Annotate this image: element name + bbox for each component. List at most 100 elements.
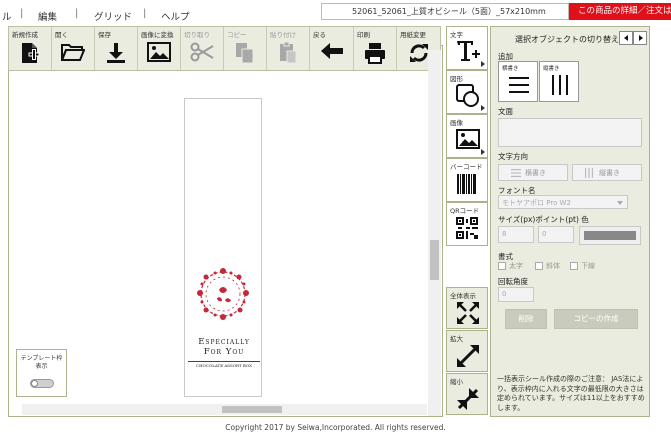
vertical-label: 縦書き xyxy=(543,66,560,72)
text-content-field[interactable] xyxy=(498,118,642,147)
menu-grid[interactable]: グリッド xyxy=(94,9,132,23)
paste-label: 貼り付け xyxy=(270,31,296,39)
template-frame-label: テンプレート枠 表示 xyxy=(17,355,66,371)
direction-vertical-button[interactable]: 縦書き xyxy=(572,164,642,181)
label-title-line1: Especially xyxy=(198,337,250,347)
refresh-icon xyxy=(410,44,428,62)
add-horizontal-text-button[interactable]: 横書き xyxy=(498,61,538,102)
new-file-icon xyxy=(22,43,40,63)
convert-image-button[interactable]: 画像に変換 xyxy=(138,27,181,70)
insert-qrcode-label: QRコード xyxy=(450,207,480,215)
main-toolbar: 新規作成 開く 保存 画像に変換 切り取り コピー 貼り付け 戻る 印刷 用紙変… xyxy=(8,26,441,71)
underline-checkbox[interactable] xyxy=(570,262,578,270)
font-select[interactable]: モトヤアポロ Pro W2 xyxy=(498,195,628,209)
direction-vertical-label: 縦書き xyxy=(599,169,620,177)
rotation-input[interactable]: 0 xyxy=(498,287,534,302)
vertical-text-icon xyxy=(585,168,593,178)
direction-horizontal-button[interactable]: 横書き xyxy=(498,164,568,181)
product-detail-button[interactable]: この商品の詳細／注文は xyxy=(569,3,671,20)
size-pt-value: 0 xyxy=(542,230,547,238)
size-color-label: サイズ(px)ポイント(pt) 色 xyxy=(498,215,589,224)
copy-button[interactable]: コピー xyxy=(224,27,267,70)
expand-icon xyxy=(457,302,479,324)
arrow-right-icon xyxy=(639,35,643,41)
underline-label: 下線 xyxy=(581,262,595,270)
fit-view-button[interactable]: 全体表示 xyxy=(446,287,488,329)
menu-edit[interactable]: 編集 xyxy=(38,9,57,23)
horizontal-text-icon xyxy=(511,169,521,177)
insert-image-label: 画像 xyxy=(450,119,463,127)
shape-icon xyxy=(456,84,479,107)
label-title-line2: For You xyxy=(203,347,245,357)
insert-qrcode-button[interactable]: QRコード xyxy=(446,202,488,246)
arrow-left-icon xyxy=(320,43,343,59)
copyright-footer: Copyright 2017 by Seiwa,Incorporated. Al… xyxy=(225,423,446,432)
fit-view-label: 全体表示 xyxy=(450,292,476,300)
size-pt-input[interactable]: 0 xyxy=(538,226,574,243)
text-direction-label: 文字方向 xyxy=(498,152,528,161)
copy-label: コピー xyxy=(227,31,247,39)
shape-submenu-indicator xyxy=(481,105,485,111)
paste-button[interactable]: 貼り付け xyxy=(267,27,310,70)
scissors-icon xyxy=(190,42,214,62)
insert-shape-button[interactable]: 図形 xyxy=(446,70,488,114)
paste-icon xyxy=(280,42,297,64)
italic-label: 斜体 xyxy=(546,262,560,270)
rotation-value: 0 xyxy=(502,290,507,298)
toggle-knob xyxy=(31,380,38,387)
label-subtitle[interactable]: CHOCOLATE ASSORT BOX xyxy=(188,361,260,368)
picture-icon xyxy=(147,42,171,62)
insert-image-button[interactable]: 画像 xyxy=(446,114,488,158)
insert-barcode-label: バーコード xyxy=(450,163,483,171)
cut-label: 切り取り xyxy=(184,31,210,39)
undo-button[interactable]: 戻る xyxy=(310,27,354,70)
download-icon xyxy=(107,43,125,63)
menu-separator: | xyxy=(143,8,147,19)
convert-image-label: 画像に変換 xyxy=(141,31,174,39)
vertical-scroll-thumb[interactable] xyxy=(430,240,439,280)
horizontal-label: 横書き xyxy=(502,66,519,72)
cut-button[interactable]: 切り取り xyxy=(181,27,224,70)
save-label: 保存 xyxy=(98,31,111,39)
menu-file[interactable]: ル xyxy=(2,9,12,23)
open-label: 開く xyxy=(55,31,68,39)
print-label: 印刷 xyxy=(357,31,370,39)
document-name-field: 52061_52061_上質オビシール（5面）_57x210mm xyxy=(321,3,569,20)
undo-label: 戻る xyxy=(313,31,326,39)
prev-object-button[interactable] xyxy=(619,31,633,45)
horizontal-scroll-thumb[interactable] xyxy=(222,406,282,413)
template-frame-label-line2: 表示 xyxy=(35,363,48,370)
insert-text-label: 文字 xyxy=(450,31,463,39)
vertical-text-icon xyxy=(552,75,568,95)
folder-icon xyxy=(61,44,85,61)
delete-button[interactable]: 削除 xyxy=(505,309,547,329)
add-vertical-text-button[interactable]: 縦書き xyxy=(539,61,579,102)
print-button[interactable]: 印刷 xyxy=(354,27,397,70)
menu-help[interactable]: ヘルプ xyxy=(161,9,190,23)
zoom-out-button[interactable]: 縮小 xyxy=(446,373,488,415)
bold-checkbox[interactable] xyxy=(498,262,506,270)
next-object-button[interactable] xyxy=(633,31,647,45)
chevron-down-icon xyxy=(617,201,623,205)
vertical-scrollbar[interactable] xyxy=(428,50,441,416)
template-frame-toggle[interactable] xyxy=(30,379,54,388)
template-frame-label-line1: テンプレート枠 xyxy=(20,355,63,362)
size-px-input[interactable]: 8 xyxy=(498,226,534,243)
italic-checkbox[interactable] xyxy=(535,262,543,270)
color-picker[interactable] xyxy=(579,226,641,245)
new-button[interactable]: 新規作成 xyxy=(9,27,52,70)
floral-wreath-image[interactable] xyxy=(191,262,255,326)
qrcode-icon xyxy=(456,217,478,239)
label-title[interactable]: Especially For You xyxy=(188,337,260,357)
change-paper-label: 用紙変更 xyxy=(400,31,426,39)
duplicate-button[interactable]: コピーの作成 xyxy=(554,309,638,329)
insert-text-button[interactable]: 文字 xyxy=(446,26,488,70)
insert-barcode-button[interactable]: バーコード xyxy=(446,158,488,202)
zoom-in-button[interactable]: 拡大 xyxy=(446,330,488,372)
save-button[interactable]: 保存 xyxy=(95,27,138,70)
open-button[interactable]: 開く xyxy=(52,27,95,70)
horizontal-scrollbar[interactable] xyxy=(22,404,427,415)
zoom-in-icon xyxy=(457,345,479,367)
barcode-icon xyxy=(457,174,476,194)
horizontal-text-icon xyxy=(509,77,529,93)
